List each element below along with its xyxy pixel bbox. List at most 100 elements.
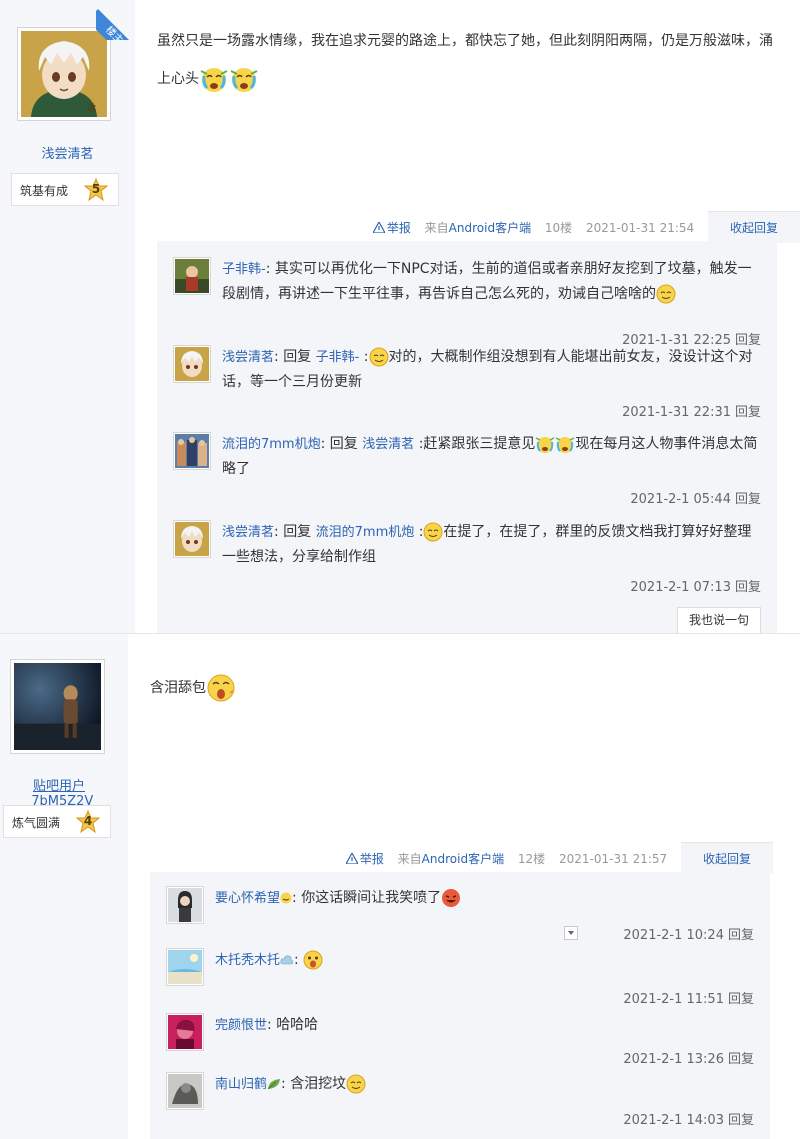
reply-button[interactable]: 回复: [728, 1052, 754, 1067]
reply-avatar[interactable]: [166, 1013, 204, 1051]
reply-to-prefix: 回复: [329, 436, 358, 452]
reply-avatar[interactable]: [173, 520, 211, 558]
reply-button[interactable]: 回复: [735, 492, 761, 507]
reply-button[interactable]: 回复: [735, 580, 761, 595]
reply-body: 子非韩-: 其实可以再优化一下NPC对话，生前的道侣或者亲朋好友挖到了坟墓，触发…: [222, 261, 752, 304]
girl-avatar-icon: [168, 888, 202, 922]
reply-item: 完颜恨世: 哈哈哈 2021-2-1 13:26 回复: [166, 1013, 754, 1073]
android-client-link[interactable]: Android客户端: [449, 221, 531, 235]
reply-meta: 2021-2-1 11:51 回复: [623, 988, 754, 1007]
author-name-link[interactable]: 贴吧用户_7bM5Z2V: [0, 775, 118, 809]
reply-avatar[interactable]: [166, 886, 204, 924]
game-character-avatar-icon: [175, 259, 209, 293]
reply-avatar[interactable]: [166, 1072, 204, 1110]
reply-body: 南山归鹤: 含泪挖坟: [215, 1072, 754, 1097]
level-number: 4: [83, 814, 93, 828]
reply-meta: 2021-2-1 07:13 回复: [630, 576, 761, 595]
reply-item: 木托秃木托: 2021-2-1 11:51 回复: [166, 948, 754, 1008]
floor-number: 10楼: [544, 221, 573, 235]
surprised-face-icon: [207, 674, 235, 702]
smile-face-icon: [346, 1074, 366, 1094]
reply-item: 子非韩-: 其实可以再优化一下NPC对话，生前的道侣或者亲朋好友挖到了坟墓，触发…: [173, 257, 761, 348]
more-options-dropdown[interactable]: [564, 926, 578, 940]
reply-body: 完颜恨世: 哈哈哈: [215, 1017, 319, 1033]
reply-meta: 2021-2-1 10:24 回复: [623, 924, 754, 943]
reply-to-username-link[interactable]: 浅尝清茗: [362, 437, 414, 452]
reply-time: 2021-1-31 22:31: [622, 405, 731, 420]
anime-boy-avatar-icon: 激: [21, 31, 107, 117]
author-name-link[interactable]: 浅尝清茗: [0, 143, 135, 162]
post-time: 2021-01-31 21:54: [586, 221, 695, 235]
reply-item: 浅尝清茗: 回复 子非韩- : 对的，大概制作组没想到有人能堪出前女友，没设计这个…: [173, 345, 761, 435]
reply-username-link[interactable]: 南山归鹤: [215, 1077, 267, 1092]
smile-face-icon: [369, 347, 389, 367]
user-level-badge[interactable]: 筑基有成 5: [11, 173, 119, 206]
post-floor-10: 激 楼主 浅尝清茗 筑基有成 5 虽然只是一场露水情缘，我在追求元婴的路途上，都…: [0, 0, 800, 633]
crying-face-icon: [556, 437, 575, 453]
report-label: 举报: [359, 852, 384, 866]
reply-text-part-1: 赶紧跟张三提意见: [423, 436, 536, 452]
reply-username-link[interactable]: 浅尝清茗: [222, 350, 274, 365]
post-content: 含泪舔包: [150, 669, 750, 707]
grin-face-icon: [280, 892, 292, 904]
author-avatar[interactable]: [10, 659, 105, 754]
beach-avatar-icon: [168, 950, 202, 984]
laughing-red-face-icon: [442, 889, 461, 907]
reply-time: 2021-2-1 11:51: [623, 992, 724, 1007]
reply-body: 要心怀希望: 你这话瞬间让我笑喷了: [215, 886, 754, 911]
reply-username-link[interactable]: 要心怀希望: [215, 891, 280, 906]
leaf-icon: [267, 1079, 281, 1090]
reply-username-link[interactable]: 浅尝清茗: [222, 525, 274, 540]
report-link[interactable]: 举报: [372, 221, 411, 235]
reply-text: 哈哈哈: [276, 1017, 319, 1033]
collapse-replies-button[interactable]: 收起回复: [707, 211, 800, 243]
reply-avatar[interactable]: [166, 948, 204, 986]
reply-to-username-link[interactable]: 子非韩-: [316, 350, 360, 365]
client-source: 来自Android客户端: [398, 852, 504, 866]
reply-time: 2021-2-1 05:44: [630, 492, 731, 507]
post-time: 2021-01-31 21:57: [559, 852, 668, 866]
reply-to-prefix: 回复: [283, 524, 312, 540]
reply-button[interactable]: 回复: [728, 1113, 754, 1128]
android-client-link[interactable]: Android客户端: [422, 852, 504, 866]
reply-list: 子非韩-: 其实可以再优化一下NPC对话，生前的道侣或者亲朋好友挖到了坟墓，触发…: [157, 241, 777, 633]
post-floor-12: 贴吧用户_7bM5Z2V 炼气圆满 4 含泪舔包 举报 来自Android客户端…: [0, 633, 800, 1139]
smile-face-icon: [656, 284, 676, 304]
smile-face-icon: [423, 522, 443, 542]
reply-body: 流泪的7mm机炮: 回复 浅尝清茗 :赶紧跟张三提意见 现在每月这人物事件消息太简…: [222, 436, 758, 477]
red-character-avatar-icon: [168, 1015, 202, 1049]
reply-meta: 2021-1-31 22:31 回复: [622, 401, 761, 420]
reply-avatar[interactable]: [173, 432, 211, 470]
reply-username-link[interactable]: 完颜恨世: [215, 1018, 267, 1033]
report-link[interactable]: 举报: [345, 852, 384, 866]
cloud-icon: [280, 955, 294, 965]
post-content: 虽然只是一场露水情缘，我在追求元婴的路途上，都快忘了她，但此刻阴阳两隔，仍是万般…: [157, 22, 777, 98]
reply-meta: 2021-2-1 05:44 回复: [630, 488, 761, 507]
reply-text: 含泪挖坟: [290, 1076, 347, 1092]
user-level-badge[interactable]: 炼气圆满 4: [3, 805, 111, 838]
author-sidebar: 贴吧用户_7bM5Z2V 炼气圆满 4: [0, 634, 128, 1139]
reply-item: 南山归鹤: 含泪挖坟 2021-2-1 14:03 回复: [166, 1072, 754, 1132]
reply-button[interactable]: 回复: [728, 992, 754, 1007]
reply-username-link[interactable]: 木托秃木托: [215, 953, 280, 968]
reply-item: 浅尝清茗: 回复 流泪的7mm机炮 : 在提了，在提了，群里的反馈文档我打算好好整…: [173, 520, 761, 610]
anime-boy-avatar-icon: [175, 347, 209, 381]
author-avatar[interactable]: 激: [17, 27, 111, 121]
reply-username-link[interactable]: 子非韩-: [222, 262, 266, 277]
collapse-replies-button[interactable]: 收起回复: [680, 842, 773, 874]
reply-button[interactable]: 回复: [728, 928, 754, 943]
client-source: 来自Android客户端: [425, 221, 531, 235]
dark-child-avatar-icon: [14, 663, 101, 750]
reply-username-link[interactable]: 流泪的7mm机炮: [222, 437, 321, 452]
reply-avatar[interactable]: [173, 257, 211, 295]
add-comment-button[interactable]: 我也说一句: [677, 607, 761, 633]
reply-meta: 2021-2-1 13:26 回复: [623, 1048, 754, 1067]
shocked-face-icon: [303, 950, 323, 970]
warning-icon: [372, 222, 385, 233]
post-text: 含泪舔包: [150, 680, 206, 696]
reply-button[interactable]: 回复: [735, 405, 761, 420]
reply-to-username-link[interactable]: 流泪的7mm机炮: [316, 525, 415, 540]
reply-time: 2021-2-1 07:13: [630, 580, 731, 595]
reply-avatar[interactable]: [173, 345, 211, 383]
author-sidebar: 激 楼主 浅尝清茗 筑基有成 5: [0, 0, 136, 633]
